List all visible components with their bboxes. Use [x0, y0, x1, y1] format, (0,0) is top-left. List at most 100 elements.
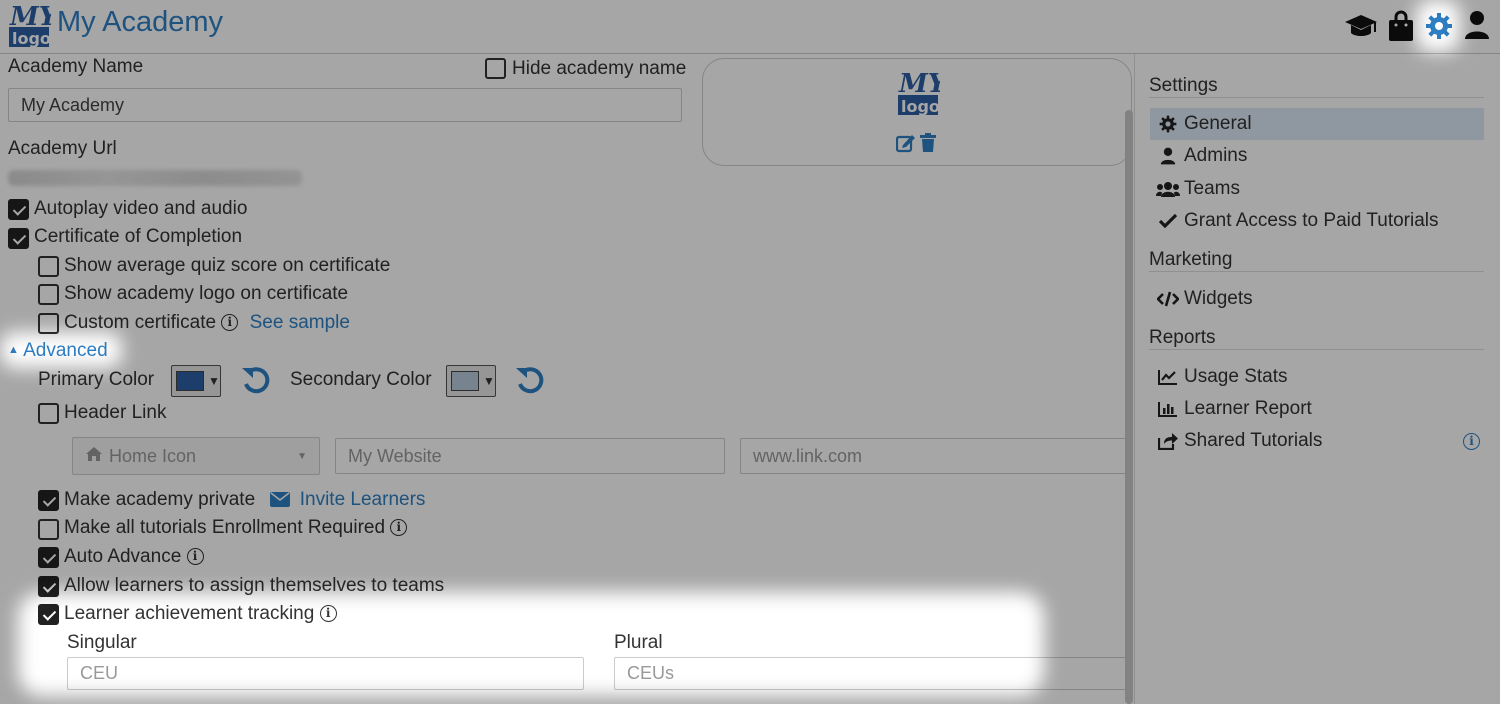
primary-color-swatch [176, 371, 204, 391]
svg-text:logo: logo [901, 97, 940, 116]
singular-label: Singular [67, 632, 137, 653]
bar-chart-icon [1150, 401, 1180, 417]
auto-advance-label: Auto Advance [64, 546, 182, 567]
marketing-heading: Marketing [1149, 249, 1233, 270]
academy-logo[interactable]: MY logo [7, 1, 60, 49]
assign-teams-checkbox[interactable] [38, 576, 59, 597]
sidebar-item-general[interactable]: General [1150, 108, 1484, 140]
website-name-input[interactable]: My Website [335, 438, 725, 474]
auto-advance-checkbox[interactable] [38, 547, 59, 568]
primary-color-picker[interactable]: ▼ [171, 365, 221, 397]
see-sample-link[interactable]: See sample [250, 312, 350, 333]
secondary-color-picker[interactable]: ▼ [446, 365, 496, 397]
line-chart-icon [1150, 369, 1180, 385]
header-link-checkbox[interactable] [38, 403, 59, 424]
sidebar-item-label: Teams [1184, 178, 1240, 199]
svg-text:logo: logo [12, 29, 51, 48]
users-icon [1150, 181, 1180, 197]
header-link-label: Header Link [64, 402, 167, 423]
sidebar-item-admins[interactable]: Admins [1150, 140, 1484, 172]
reset-secondary-color-icon[interactable] [514, 364, 546, 401]
trash-icon[interactable] [920, 133, 936, 158]
gear-icon[interactable] [1425, 12, 1453, 45]
top-header: MY logo My Academy [0, 0, 1500, 54]
user-icon [1150, 147, 1180, 165]
main-scrollbar[interactable] [1125, 110, 1133, 704]
hide-academy-name-checkbox[interactable] [485, 58, 506, 79]
show-quiz-score-label: Show average quiz score on certificate [64, 255, 391, 276]
settings-divider [1149, 97, 1484, 98]
logo-preview: MY logo [896, 67, 949, 124]
assign-teams-label: Allow learners to assign themselves to t… [64, 575, 445, 596]
code-icon [1150, 291, 1180, 307]
sidebar-item-label: Learner Report [1184, 398, 1312, 419]
secondary-color-label: Secondary Color [290, 369, 432, 390]
info-icon[interactable]: i [390, 519, 408, 537]
user-icon[interactable] [1464, 10, 1490, 45]
plural-input[interactable]: CEUs [614, 657, 1130, 690]
sidebar-item-label: Admins [1184, 145, 1248, 166]
share-icon [1150, 432, 1180, 450]
settings-heading: Settings [1149, 75, 1218, 96]
info-icon[interactable]: i [221, 314, 239, 332]
singular-input[interactable]: CEU [67, 657, 584, 690]
make-private-row: Make academy private Invite Learners [64, 489, 425, 513]
info-icon[interactable]: i [186, 548, 204, 566]
autoplay-label: Autoplay video and audio [34, 198, 248, 219]
dropdown-arrow-icon: ▼ [208, 374, 220, 388]
sidebar-item-shared-tutorials[interactable]: Shared Tutorials i [1150, 425, 1484, 457]
plural-label: Plural [614, 632, 663, 653]
info-icon[interactable]: i [1463, 432, 1480, 450]
auto-advance-row: Auto Advance i [64, 546, 204, 568]
sidebar-item-label: General [1184, 113, 1252, 134]
logo-upload-box: MY logo [702, 58, 1132, 166]
make-private-label: Make academy private [64, 489, 256, 510]
sidebar-item-usage-stats[interactable]: Usage Stats [1150, 361, 1484, 393]
dropdown-arrow-icon: ▼ [483, 374, 495, 388]
secondary-color-swatch [451, 371, 479, 391]
edit-icon[interactable] [895, 133, 916, 158]
academy-url-value-blurred [8, 170, 302, 186]
sidebar-item-widgets[interactable]: Widgets [1150, 283, 1484, 315]
achievement-tracking-checkbox[interactable] [38, 604, 59, 625]
reports-heading: Reports [1149, 327, 1216, 348]
reset-primary-color-icon[interactable] [240, 364, 272, 401]
enrollment-required-label: Make all tutorials Enrollment Required [64, 517, 386, 538]
reports-divider [1149, 349, 1484, 350]
custom-certificate-checkbox[interactable] [38, 313, 59, 334]
shopping-bag-icon[interactable] [1388, 10, 1414, 47]
sidebar-item-learner-report[interactable]: Learner Report [1150, 393, 1484, 425]
sidebar-item-teams[interactable]: Teams [1150, 173, 1484, 205]
custom-certificate-row: Custom certificate i See sample [64, 312, 350, 334]
page-title: My Academy [57, 6, 223, 38]
make-private-checkbox[interactable] [38, 490, 59, 511]
caret-up-icon: ▲ [8, 344, 19, 356]
marketing-divider [1149, 271, 1484, 272]
sidebar-item-label: Shared Tutorials [1184, 430, 1323, 451]
achievement-tracking-label: Learner achievement tracking [64, 603, 315, 624]
certificate-label: Certificate of Completion [34, 226, 243, 247]
academy-name-label: Academy Name [8, 56, 144, 77]
achievement-tracking-row: Learner achievement tracking i [64, 603, 337, 625]
certificate-checkbox[interactable] [8, 228, 29, 249]
advanced-label: Advanced [23, 340, 108, 361]
show-logo-checkbox[interactable] [38, 284, 59, 305]
invite-learners-link[interactable]: Invite Learners [300, 489, 426, 510]
academy-name-input[interactable]: My Academy [8, 88, 682, 122]
chevron-down-icon: ▼ [297, 450, 307, 462]
enrollment-required-checkbox[interactable] [38, 519, 59, 540]
website-link-input[interactable]: www.link.com [740, 438, 1130, 474]
svg-text:MY: MY [898, 69, 940, 99]
autoplay-checkbox[interactable] [8, 199, 29, 220]
envelope-icon [270, 491, 291, 513]
sidebar-item-label: Usage Stats [1184, 366, 1288, 387]
header-icon-select[interactable]: Home Icon ▼ [72, 437, 320, 475]
academy-url-label: Academy Url [8, 138, 117, 159]
show-logo-label: Show academy logo on certificate [64, 283, 349, 304]
show-quiz-score-checkbox[interactable] [38, 256, 59, 277]
sidebar-item-grant-access[interactable]: Grant Access to Paid Tutorials [1150, 205, 1484, 237]
advanced-toggle[interactable]: ▲ Advanced [8, 340, 108, 362]
graduation-cap-icon[interactable] [1344, 12, 1378, 45]
info-icon[interactable]: i [319, 605, 337, 623]
hide-academy-name-label: Hide academy name [512, 58, 687, 79]
